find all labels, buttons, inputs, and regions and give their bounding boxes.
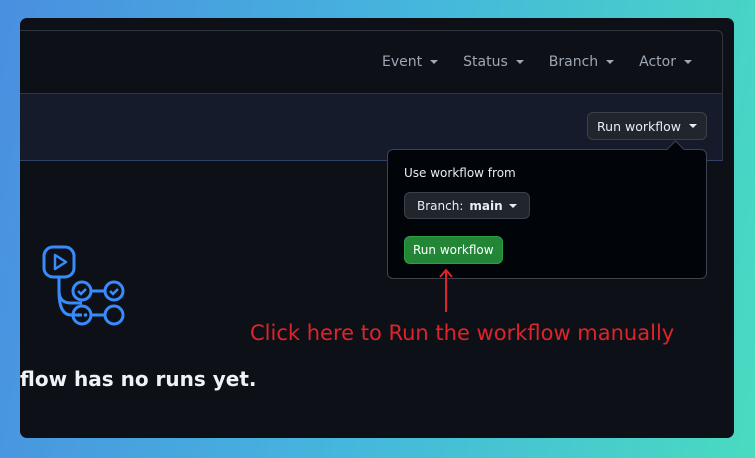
run-workflow-button-label: Run workflow <box>597 118 681 134</box>
empty-state-title: flow has no runs yet. <box>20 367 257 391</box>
chevron-down-icon <box>688 124 697 128</box>
chevron-down-icon <box>684 60 692 64</box>
run-workflow-submit-button[interactable]: Run workflow <box>404 236 503 264</box>
chevron-down-icon <box>508 203 517 208</box>
branch-prefix: Branch: <box>417 198 464 213</box>
annotation-text: Click here to Run the workflow manually <box>250 321 675 345</box>
filter-event-label: Event <box>382 54 423 70</box>
app-window: Event Status Branch Actor Run workflow U… <box>20 18 734 438</box>
annotation-arrow-icon <box>439 268 453 312</box>
branch-select-button[interactable]: Branch: main <box>404 192 530 219</box>
filter-status-label: Status <box>463 54 508 70</box>
chevron-down-icon <box>430 60 439 64</box>
filter-branch-label: Branch <box>548 54 599 70</box>
popover-heading: Use workflow from <box>404 166 516 180</box>
chevron-down-icon <box>515 60 524 64</box>
filter-actor-label: Actor <box>639 54 676 70</box>
filter-bar: Event Status Branch Actor <box>20 30 723 94</box>
chevron-down-icon <box>606 60 615 64</box>
workflow-icon <box>42 245 125 326</box>
run-workflow-popover: Use workflow from Branch: main Run workfl… <box>387 140 707 279</box>
filters: Event Status Branch Actor <box>382 31 692 93</box>
filter-branch[interactable]: Branch <box>548 54 615 70</box>
filter-actor[interactable]: Actor <box>639 54 692 70</box>
filter-event[interactable]: Event <box>382 54 439 70</box>
branch-value: main <box>469 198 503 213</box>
filter-status[interactable]: Status <box>463 54 524 70</box>
run-workflow-button[interactable]: Run workflow <box>587 112 707 140</box>
